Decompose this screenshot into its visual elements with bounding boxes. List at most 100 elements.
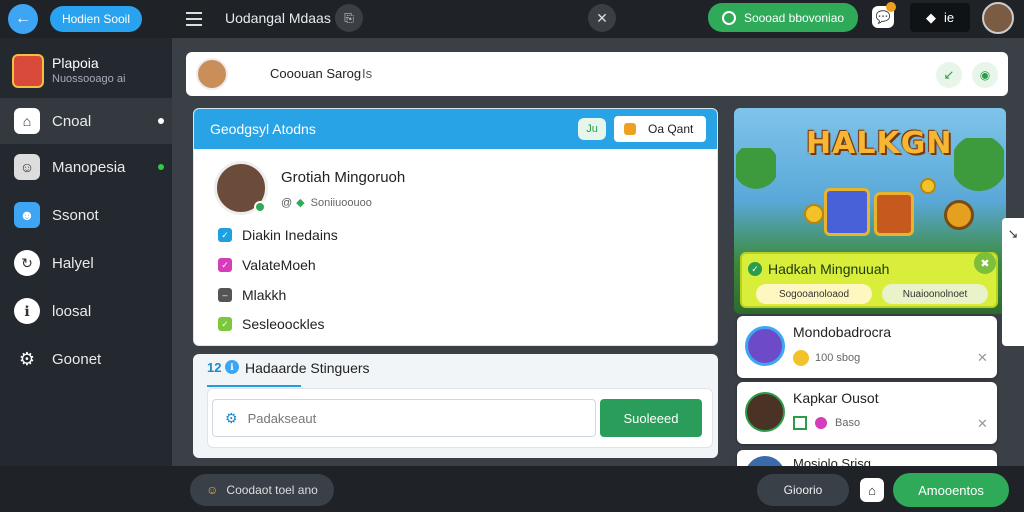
sidebar-item-label: Cnoal [52, 112, 92, 130]
main-content: Cooouan Sarog Is ↙ ◉ Geodgsyl Atodns Ju … [172, 38, 1024, 468]
toggle-chip[interactable]: Ju [578, 118, 606, 140]
share-icon [793, 416, 807, 430]
game-info-banner: ✓ Hadkah Mingnuuah Sogooanoloaod Nuaioon… [740, 252, 998, 308]
game-title: HALKGN [806, 126, 953, 161]
user-icon: ☺ [206, 483, 219, 497]
share-icon: ◆ [296, 197, 305, 209]
list-item-meta-row: Baso [793, 416, 860, 430]
checklist-label: Mlakkh [242, 287, 287, 303]
event-panel: Geodgsyl Atodns Ju Oa Qant Grotiah Mingo… [193, 108, 718, 346]
palm-tree-left [736, 148, 776, 238]
sidebar-item-label: Goonet [52, 350, 102, 368]
conversation-title: Cooouan Sarog [270, 66, 362, 81]
person-meta-row: @ ◆ Soniiuoouoo [281, 196, 372, 210]
online-indicator [254, 201, 266, 213]
profile-logo [12, 54, 44, 88]
contact-button[interactable]: ☺ Coodaot toel ano [190, 474, 334, 506]
top-bar: ← Hodien Sooil Uodangal Mdaas ⎘ ✕ Soooad… [0, 0, 1024, 38]
checklist-item[interactable]: ✓ ValateMoeh [218, 257, 316, 273]
sidebar-item-ssonot[interactable]: ☻ Ssonot [0, 192, 172, 238]
checkbox-icon[interactable]: ✓ [218, 317, 232, 331]
checklist-label: Diakin Inedains [242, 227, 338, 243]
user-menu[interactable]: ◆ ie [910, 3, 970, 32]
list-item-meta-row: 100 sbog [793, 350, 860, 366]
sidebar-item-label: Manopesia [52, 158, 126, 176]
sidebar-item-label: Halyel [52, 254, 94, 272]
checklist-item[interactable]: ✓ Diakin Inedains [218, 227, 338, 243]
person-meta: Soniiuoouoo [310, 196, 372, 209]
close-icon[interactable]: ✕ [588, 4, 616, 32]
coin-icon [804, 204, 824, 224]
checkbox-icon[interactable]: – [218, 288, 232, 302]
expand-panel-button[interactable]: ↘ [1002, 218, 1024, 346]
checkbox-icon[interactable]: ✓ [218, 228, 232, 242]
game-banner[interactable]: HALKGN ✓ Hadkah Mingnuuah Sogooanoloaod … [734, 108, 1006, 314]
notification-badge [886, 2, 896, 12]
forward-icon[interactable]: ↙ [936, 62, 962, 88]
sidebar-item-label: Ssonot [52, 206, 99, 224]
coin-icon [920, 178, 936, 194]
avatar[interactable] [196, 58, 228, 90]
checklist-label: ValateMoeh [242, 257, 316, 273]
section-underline [207, 385, 301, 387]
primary-action-button[interactable]: Soooad bbovoniao [708, 3, 858, 32]
person-name: Grotiah Mingoruoh [281, 169, 406, 186]
conversation-suffix: Is [362, 66, 373, 81]
refresh-icon: ↻ [14, 250, 40, 276]
avatar [745, 392, 785, 432]
singers-badge: 12 [207, 360, 222, 375]
list-item[interactable]: Kapkar Ousot Baso ✕ [737, 382, 997, 444]
sidebar: Plapoia Nuossooago ai ⌂ Cnoal ☺ Manopesi… [0, 38, 172, 512]
conversation-header: Cooouan Sarog Is ↙ ◉ [186, 52, 1008, 96]
media-icon [815, 417, 827, 429]
checklist-label: Sesleoockles [242, 316, 325, 332]
secondary-button[interactable]: Gioorio [757, 474, 849, 506]
home-icon[interactable]: ⌂ [860, 478, 884, 502]
app-badge[interactable]: Hodien Sooil [50, 6, 142, 32]
share-icon[interactable]: ✖ [974, 252, 996, 274]
info-icon: ℹ [14, 298, 40, 324]
status-dot [158, 118, 164, 124]
event-panel-button-label: Oa Qant [648, 122, 694, 136]
search-input[interactable]: ⚙ Padakseaut [212, 399, 596, 437]
sidebar-item-loosal[interactable]: ℹ loosal [0, 288, 172, 334]
settings-icon: ⚙ [225, 409, 238, 426]
user-badge-label: ie [943, 10, 955, 25]
info-icon: ℹ [225, 360, 239, 374]
link-icon: @ [281, 196, 293, 209]
back-arrow-icon[interactable]: ← [8, 4, 38, 34]
sidebar-item-halyel[interactable]: ↻ Halyel [0, 240, 172, 286]
check-icon: ✓ [748, 262, 762, 276]
checklist-item[interactable]: ✓ Sesleoockles [218, 316, 325, 332]
home-icon: ⌂ [14, 108, 40, 134]
submit-button[interactable]: Suoleeed [600, 399, 702, 437]
sidebar-item-goonet[interactable]: ⚙ Goonet [0, 336, 172, 382]
badge-icon [624, 123, 636, 135]
list-item-title: Mondobadrocra [793, 324, 892, 340]
list-item[interactable]: Mondobadrocra 100 sbog ✕ [737, 316, 997, 378]
sidebar-item-cnoal[interactable]: ⌂ Cnoal [0, 98, 172, 144]
copy-icon[interactable]: ⎘ [335, 4, 363, 32]
chat-icon [721, 10, 736, 25]
checkbox-icon[interactable]: ✓ [218, 258, 232, 272]
primary-button[interactable]: Amooentos [893, 473, 1009, 507]
sidebar-item-manopesia[interactable]: ☺ Manopesia [0, 144, 172, 190]
sidebar-item-label: loosal [52, 302, 92, 320]
checklist-item[interactable]: – Mlakkh [218, 287, 286, 303]
location-icon[interactable]: ◉ [972, 62, 998, 88]
close-icon[interactable]: ✕ [977, 416, 988, 432]
shield-icon [944, 200, 974, 230]
close-icon[interactable]: ✕ [977, 350, 988, 366]
settings-icon: ⚙ [18, 348, 36, 369]
event-panel-button[interactable]: Oa Qant [614, 116, 706, 142]
singers-title: Hadaarde Stinguers [245, 360, 370, 376]
game-pill-right[interactable]: Nuaioonolnoet [882, 284, 988, 304]
profile-name: Plapoia [52, 55, 99, 71]
contact-button-label: Coodaot toel ano [226, 483, 318, 497]
chat-icon: ☺ [14, 154, 40, 180]
avatar[interactable] [982, 2, 1014, 34]
hamburger-icon[interactable] [186, 12, 202, 26]
game-pill-left[interactable]: Sogooanoloaod [756, 284, 872, 304]
primary-action-label: Soooad bbovoniao [743, 10, 845, 25]
list-item-meta: 100 sbog [815, 352, 861, 364]
